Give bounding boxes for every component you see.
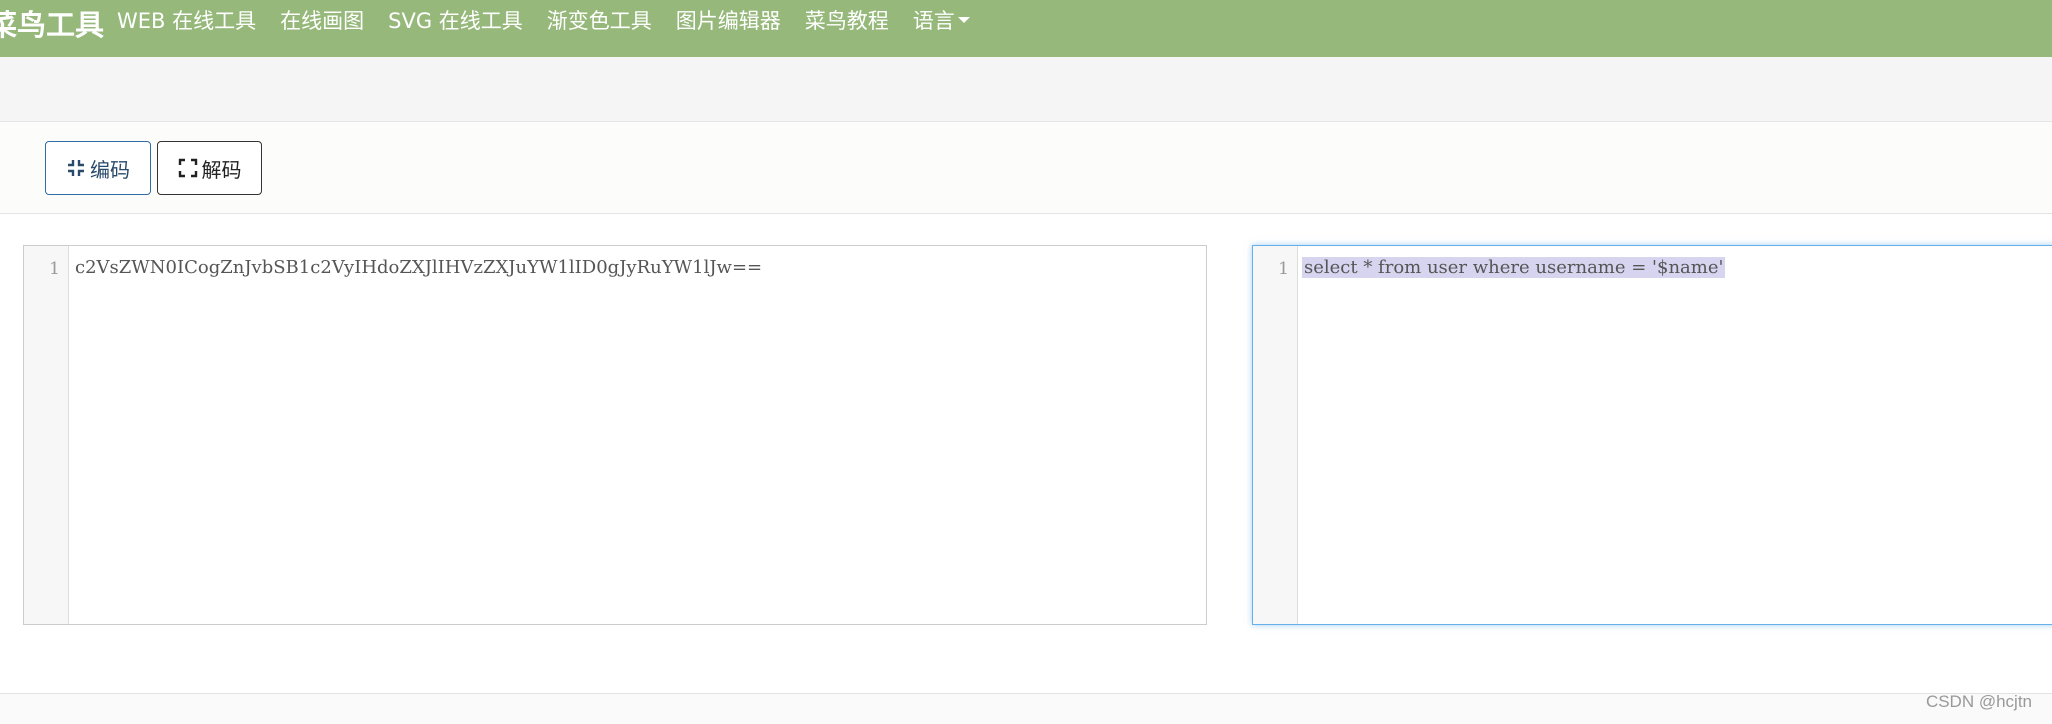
decode-button[interactable]: 解码 [157, 141, 262, 195]
line-number: 1 [1278, 259, 1289, 279]
csdn-watermark: CSDN @hcjtn [1925, 692, 2032, 711]
encoded-text-editor[interactable]: 1 c2VsZWN0ICogZnJvbSB1c2VyIHdoZXJlIHVzZX… [23, 245, 1207, 625]
nav-menu: WEB 在线工具 在线画图 SVG 在线工具 渐变色工具 图片编辑器 菜鸟教程 … [117, 5, 994, 35]
expand-icon [178, 158, 197, 178]
brand-logo-text[interactable]: 菜鸟工具 [0, 2, 104, 44]
encode-button[interactable]: 编码 [45, 141, 151, 195]
editor-line[interactable]: c2VsZWN0ICogZnJvbSB1c2VyIHdoZXJlIHVzZXJu… [75, 257, 762, 278]
caret-down-icon [957, 17, 970, 23]
nav-item-online-drawing[interactable]: 在线画图 [280, 5, 364, 35]
top-navbar: 菜鸟工具 WEB 在线工具 在线画图 SVG 在线工具 渐变色工具 图片编辑器 … [0, 0, 2052, 57]
nav-item-language-dropdown[interactable]: 语言 [913, 5, 970, 35]
selected-editor-line[interactable]: select * from user where username = '$na… [1302, 257, 1726, 278]
language-label: 语言 [912, 9, 955, 33]
nav-item-svg-tools[interactable]: SVG 在线工具 [388, 5, 523, 35]
nav-item-gradient-tool[interactable]: 渐变色工具 [547, 5, 652, 35]
nav-item-web-tools[interactable]: WEB 在线工具 [117, 5, 256, 35]
toolbar: 编码 解码 [0, 122, 2052, 214]
footer-band [0, 694, 2052, 724]
compress-icon [68, 160, 84, 176]
decode-label: 解码 [201, 157, 242, 182]
header-band [0, 57, 2052, 122]
encode-label: 编码 [90, 157, 130, 182]
line-number-gutter: 1 [1253, 246, 1298, 624]
nav-item-image-editor[interactable]: 图片编辑器 [676, 5, 781, 35]
line-number-gutter: 1 [24, 246, 69, 624]
nav-item-tutorials[interactable]: 菜鸟教程 [805, 5, 889, 35]
line-number: 1 [49, 259, 60, 279]
decoded-text-editor[interactable]: 1 select * from user where username = '$… [1252, 245, 2052, 625]
